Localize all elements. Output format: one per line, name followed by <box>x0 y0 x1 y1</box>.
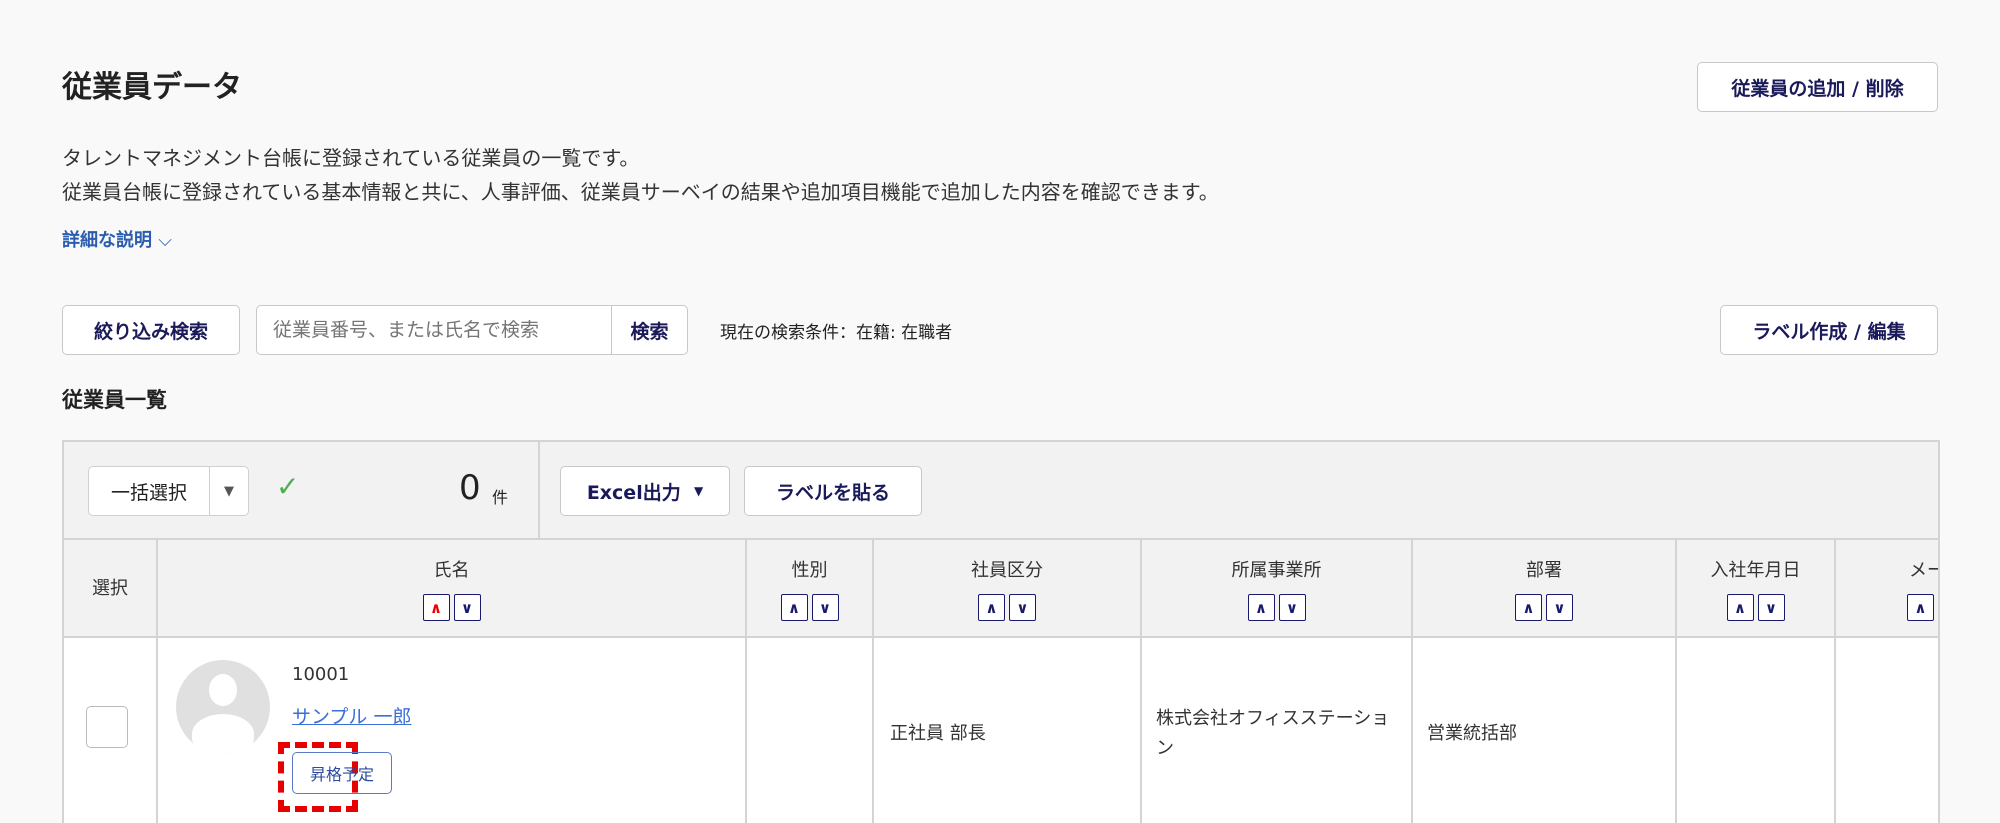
column-label: 社員区分 <box>971 560 1043 581</box>
search-box: 検索 <box>256 305 688 355</box>
label-edit-button[interactable]: ラベル作成 / 編集 <box>1720 305 1938 355</box>
avatar <box>176 660 270 754</box>
name-cell: 10001 サンプル 一郎 昇格予定 <box>158 638 747 823</box>
selected-count: 0 <box>459 468 481 508</box>
gender-cell <box>747 638 874 823</box>
sort-asc-icon[interactable]: ∧ <box>422 594 450 621</box>
sort-asc-icon[interactable]: ∧ <box>1247 594 1275 621</box>
column-label: メール <box>1909 560 1938 581</box>
description-line-2: 従業員台帳に登録されている基本情報と共に、人事評価、従業員サーベイの結果や追加項… <box>62 180 1219 204</box>
column-label: 部署 <box>1526 560 1562 581</box>
table-toolbar: 一括選択 ▼ ✓ 0 件 Excel出力 ▼ ラベルを貼る <box>64 442 1938 540</box>
select-cell <box>64 638 158 823</box>
add-remove-employee-button[interactable]: 従業員の追加 / 削除 <box>1697 62 1938 112</box>
details-link[interactable]: 詳細な説明 ⌵ <box>62 226 172 252</box>
sort-desc-icon[interactable]: ∨ <box>1278 594 1306 621</box>
caret-down-icon: ▼ <box>224 483 234 499</box>
column-label: 氏名 <box>433 560 470 581</box>
employee-type-cell: 正社員 部長 <box>874 638 1142 823</box>
search-button[interactable]: 検索 <box>611 306 687 354</box>
column-employee-type: 社員区分 ∧ ∨ <box>874 540 1142 638</box>
employee-table: 一括選択 ▼ ✓ 0 件 Excel出力 ▼ ラベルを貼る 選択 氏名 ∧ ∨ 性別… <box>62 440 1940 823</box>
column-label: 所属事業所 <box>1231 560 1322 581</box>
department-cell: 営業統括部 <box>1413 638 1677 823</box>
sort-desc-icon[interactable]: ∨ <box>453 594 481 621</box>
label-tag: 昇格予定 <box>292 752 392 794</box>
description-line-1: タレントマネジメント台帳に登録されている従業員の一覧です。 <box>62 146 640 170</box>
sort-desc-icon[interactable]: ∨ <box>1938 594 1940 621</box>
search-condition: 現在の検索条件：在籍: 在職者 <box>720 323 953 343</box>
column-office: 所属事業所 ∧ ∨ <box>1142 540 1413 638</box>
column-department: 部署 ∧ ∨ <box>1413 540 1677 638</box>
sort-asc-icon[interactable]: ∧ <box>1515 594 1542 621</box>
sort-desc-icon[interactable]: ∨ <box>1009 594 1036 621</box>
excel-export-label: Excel出力 <box>586 481 681 504</box>
caret-down-icon: ▼ <box>693 484 704 498</box>
sort-asc-icon[interactable]: ∧ <box>1726 594 1754 621</box>
search-input[interactable] <box>257 306 611 354</box>
excel-export-button[interactable]: Excel出力 ▼ <box>560 466 730 516</box>
details-link-label: 詳細な説明 <box>62 230 152 251</box>
page-title: 従業員データ <box>62 70 242 105</box>
sort-desc-icon[interactable]: ∨ <box>1546 594 1573 621</box>
column-email: メール ∧∨ <box>1836 540 1940 638</box>
paste-label-button[interactable]: ラベルを貼る <box>744 466 922 516</box>
column-hire-date: 入社年月日 ∧ ∨ <box>1677 540 1836 638</box>
sort-asc-icon[interactable]: ∧ <box>978 594 1005 621</box>
count-unit: 件 <box>492 488 509 507</box>
chevron-down-icon: ⌵ <box>158 230 172 251</box>
check-icon[interactable]: ✓ <box>276 470 299 503</box>
column-label: 性別 <box>791 560 828 581</box>
office-cell: 株式会社オフィスステーション <box>1142 638 1413 823</box>
bulk-select-label: 一括選択 <box>89 467 210 515</box>
employee-id: 10001 <box>292 664 350 685</box>
column-gender: 性別 ∧ ∨ <box>747 540 874 638</box>
sort-asc-icon[interactable]: ∧ <box>1907 594 1934 621</box>
hire-date-cell <box>1677 638 1836 823</box>
list-title: 従業員一覧 <box>62 388 167 412</box>
filter-search-button[interactable]: 絞り込み検索 <box>62 305 240 355</box>
column-label: 入社年月日 <box>1710 560 1801 581</box>
sort-desc-icon[interactable]: ∨ <box>811 594 839 621</box>
column-name: 氏名 ∧ ∨ <box>158 540 747 638</box>
bulk-select-dropdown[interactable]: 一括選択 ▼ <box>88 466 249 516</box>
employee-name-link[interactable]: サンプル 一郎 <box>292 702 411 729</box>
column-select: 選択 <box>64 540 158 638</box>
divider <box>538 442 540 538</box>
row-checkbox[interactable] <box>86 706 128 748</box>
sort-desc-icon[interactable]: ∨ <box>1757 594 1785 621</box>
sort-asc-icon[interactable]: ∧ <box>780 594 808 621</box>
